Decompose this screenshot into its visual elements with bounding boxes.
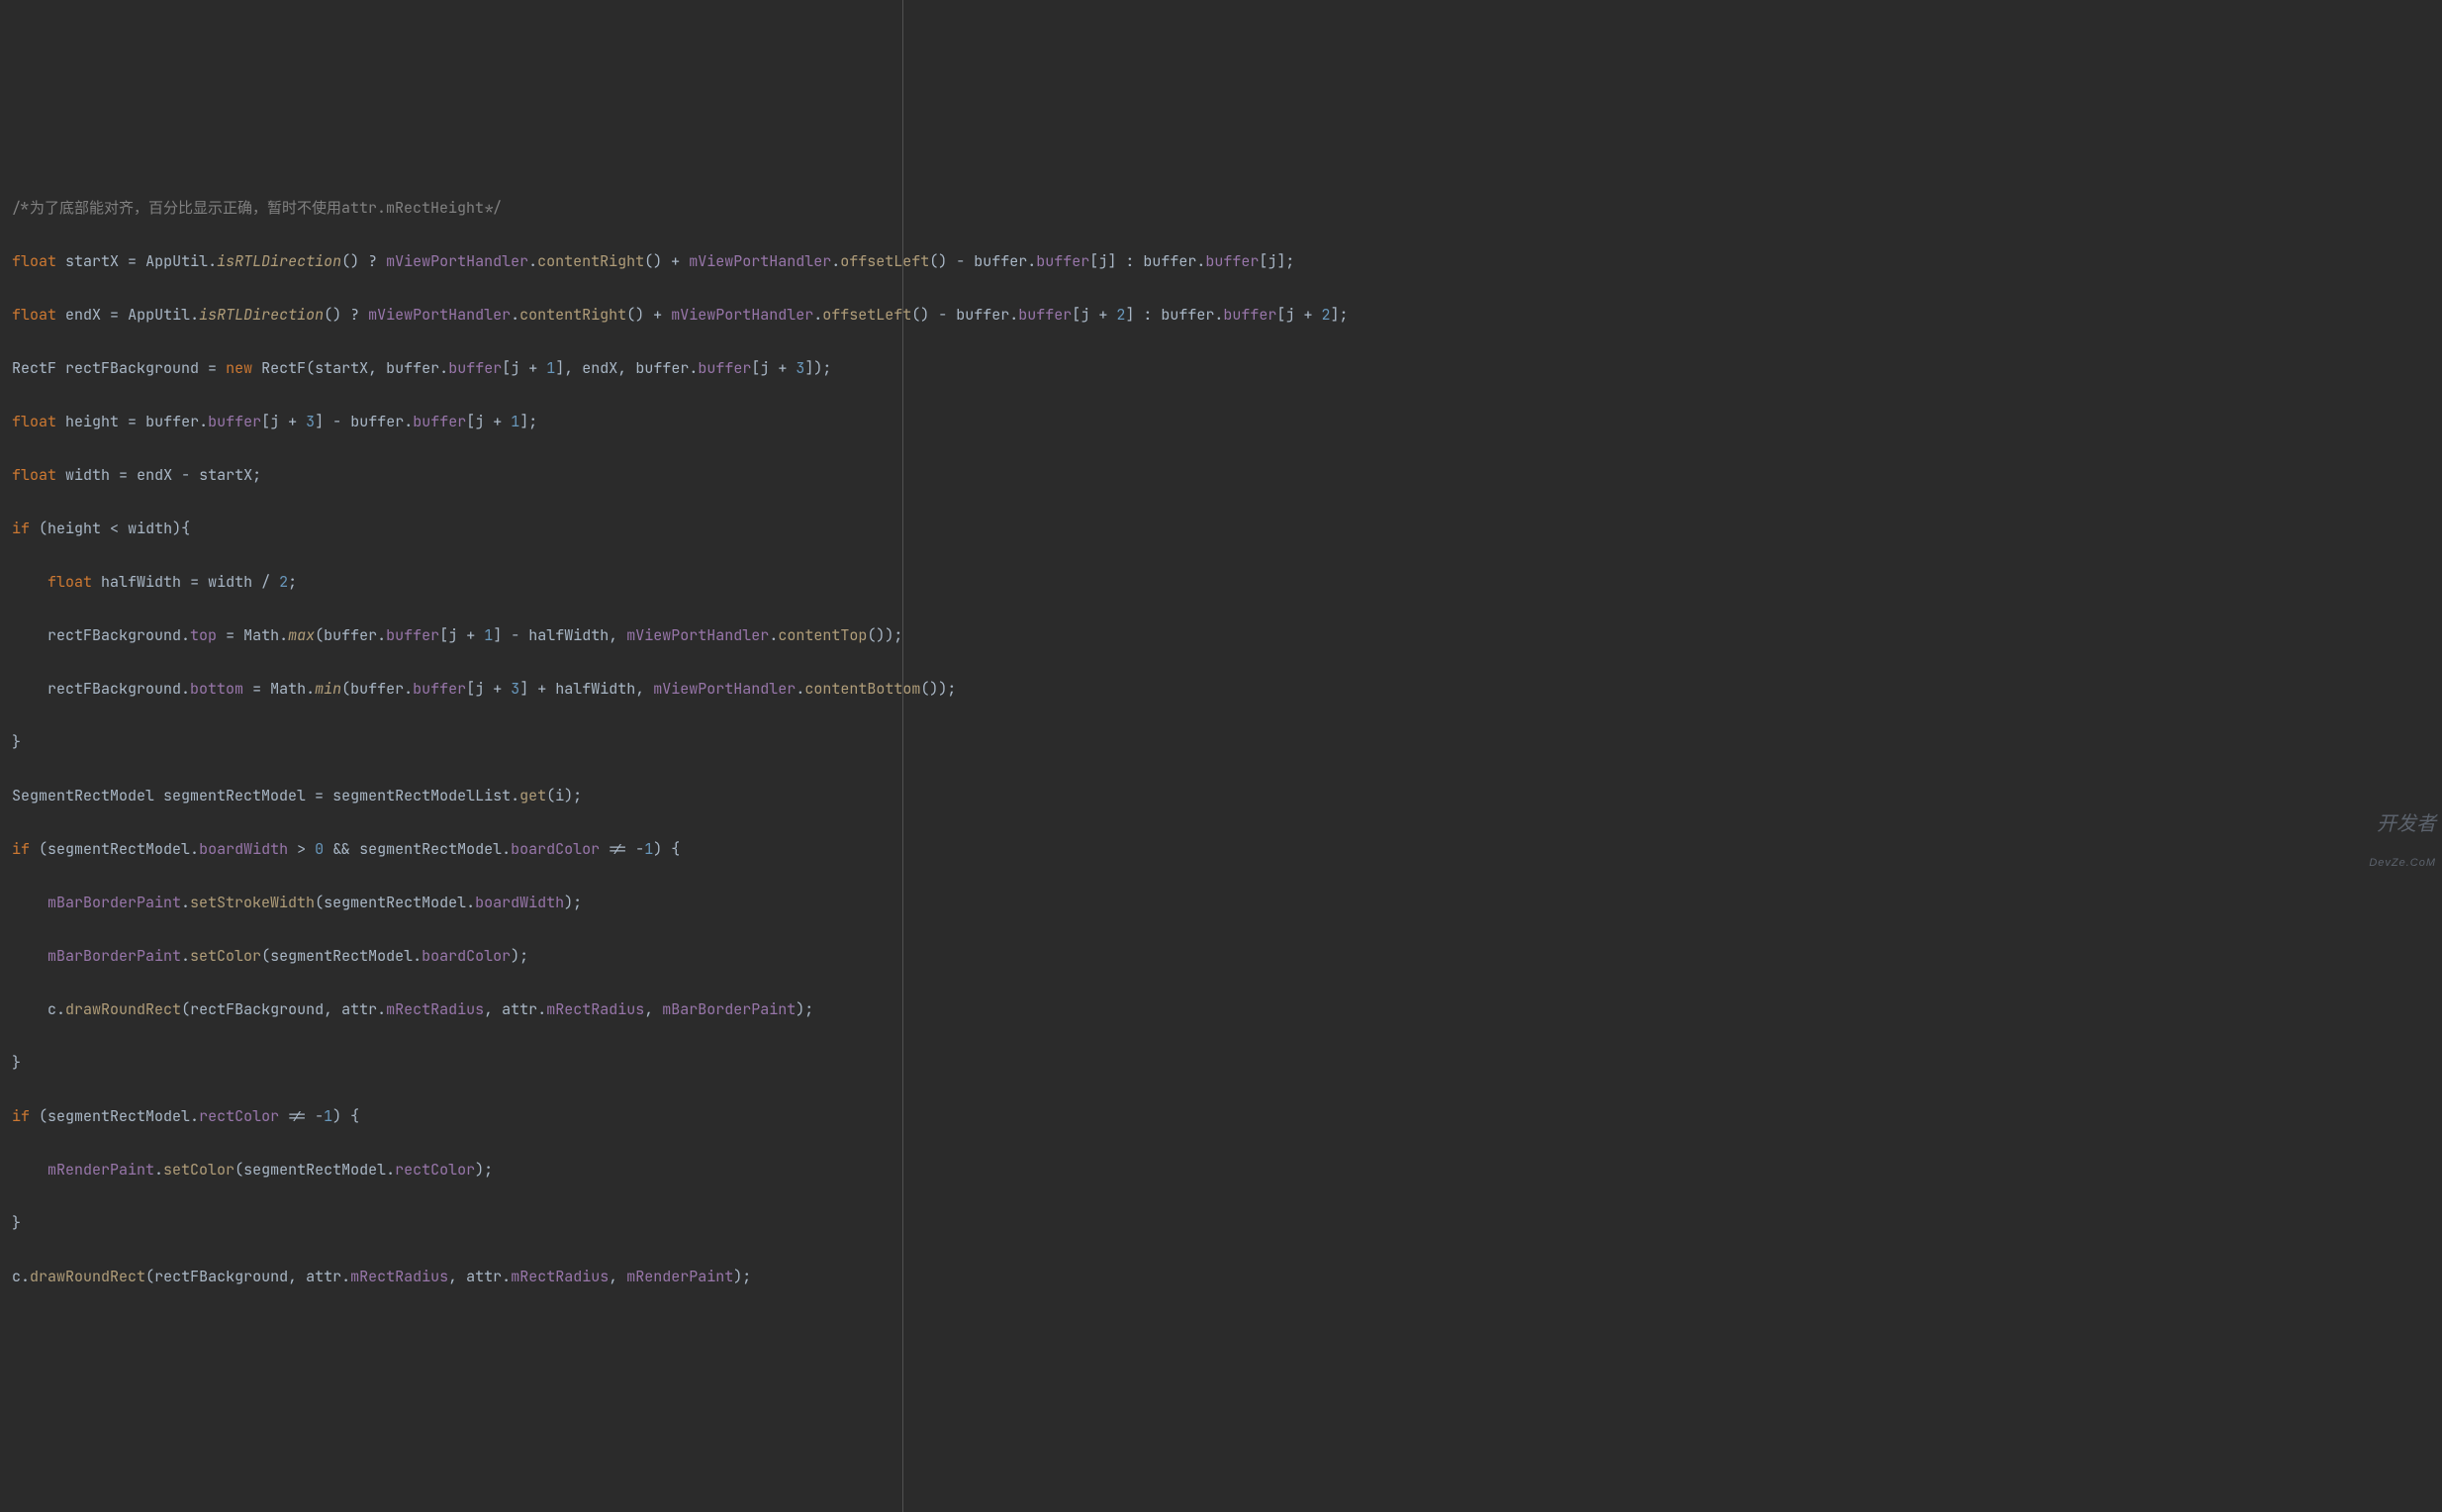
- code-comment: /*为了底部能对齐，百分比显示正确，暂时不使用attr.mRectHeight*…: [12, 198, 502, 218]
- code-line: if (segmentRectModel.boardWidth > 0 && s…: [12, 836, 2430, 863]
- code-line: if (height < width){: [12, 516, 2430, 542]
- code-line: }: [12, 1050, 2430, 1077]
- code-line: float height = buffer.buffer[j + 3] - bu…: [12, 409, 2430, 435]
- code-line: mBarBorderPaint.setColor(segmentRectMode…: [12, 943, 2430, 970]
- code-line: mBarBorderPaint.setStrokeWidth(segmentRe…: [12, 890, 2430, 916]
- code-line: rectFBackground.bottom = Math.min(buffer…: [12, 676, 2430, 703]
- code-line: float halfWidth = width / 2;: [12, 569, 2430, 596]
- code-line: c.drawRoundRect(rectFBackground, attr.mR…: [12, 1264, 2430, 1290]
- code-line: mRenderPaint.setColor(segmentRectModel.r…: [12, 1157, 2430, 1183]
- code-line: }: [12, 1210, 2430, 1237]
- code-editor-content[interactable]: /*为了底部能对齐，百分比显示正确，暂时不使用attr.mRectHeight*…: [12, 168, 2430, 1317]
- code-line: }: [12, 729, 2430, 756]
- code-line: float width = endX - startX;: [12, 462, 2430, 489]
- code-line: if (segmentRectModel.rectColor != -1) {: [12, 1103, 2430, 1130]
- code-line: rectFBackground.top = Math.max(buffer.bu…: [12, 622, 2430, 649]
- code-line: SegmentRectModel segmentRectModel = segm…: [12, 783, 2430, 809]
- code-line: float startX = AppUtil.isRTLDirection() …: [12, 248, 2430, 275]
- code-line: c.drawRoundRect(rectFBackground, attr.mR…: [12, 996, 2430, 1023]
- code-line: float endX = AppUtil.isRTLDirection() ? …: [12, 302, 2430, 329]
- code-line: /*为了底部能对齐，百分比显示正确，暂时不使用attr.mRectHeight*…: [12, 195, 2430, 222]
- code-line: RectF rectFBackground = new RectF(startX…: [12, 355, 2430, 382]
